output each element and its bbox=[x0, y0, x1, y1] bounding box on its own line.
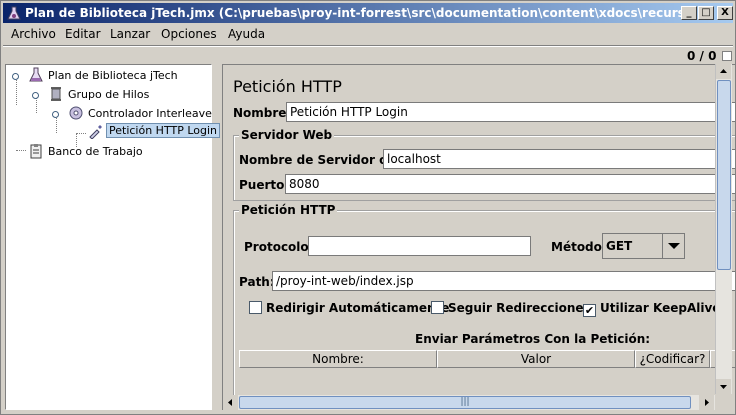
path-field[interactable]: /proy-int-web/index.jsp bbox=[272, 271, 735, 291]
tree-node-label: Banco de Trabajo bbox=[48, 145, 143, 158]
status-indicator bbox=[722, 51, 732, 61]
http-request-panel: Petición HTTP Nombre: Petición HTTP Logi… bbox=[222, 64, 735, 410]
scroll-up-icon[interactable] bbox=[716, 64, 731, 79]
horizontal-scrollbar[interactable]: ||| bbox=[223, 395, 715, 410]
keepalive-checkbox[interactable]: ✔ Utilizar KeepAlive bbox=[583, 301, 720, 317]
method-label: Método: bbox=[551, 240, 607, 254]
checkbox-label: Seguir Redirecciones bbox=[448, 301, 591, 315]
params-column-encode[interactable]: ¿Codificar? bbox=[635, 350, 710, 368]
method-select[interactable]: GET bbox=[602, 233, 685, 259]
server-field[interactable]: localhost bbox=[383, 149, 735, 169]
horizontal-scroll-thumb[interactable]: ||| bbox=[239, 396, 691, 409]
request-group-title: Petición HTTP bbox=[239, 203, 338, 217]
tree-expand-handle[interactable] bbox=[52, 111, 59, 118]
page-title: Petición HTTP bbox=[233, 77, 342, 96]
tree-node-label: Grupo de Hilos bbox=[68, 88, 150, 101]
menu-editar[interactable]: Editar bbox=[65, 27, 101, 41]
checkbox-label: Redirigir Automáticamente bbox=[266, 301, 450, 315]
menu-opciones[interactable]: Opciones bbox=[161, 27, 217, 41]
protocol-label: Protocolo: bbox=[244, 240, 314, 254]
window-title: Plan de Biblioteca jTech.jmx (C:\pruebas… bbox=[25, 6, 685, 20]
tree-node-thread-group[interactable]: Grupo de Hilos bbox=[48, 86, 208, 104]
tree-node-http-login[interactable]: Petición HTTP Login bbox=[88, 123, 221, 141]
method-value: GET bbox=[606, 239, 633, 253]
jmeter-app-icon bbox=[6, 5, 22, 21]
follow-redirects-checkbox[interactable]: Seguir Redirecciones bbox=[431, 301, 591, 315]
flask-icon bbox=[28, 67, 44, 83]
scroll-left-icon[interactable] bbox=[223, 395, 238, 410]
test-plan-tree[interactable]: Plan de Biblioteca jTech Grupo de Hilos … bbox=[5, 64, 221, 410]
tree-node-plan[interactable]: Plan de Biblioteca jTech bbox=[28, 67, 208, 85]
tree-node-interleave[interactable]: Controlador Interleave bbox=[68, 105, 212, 123]
path-label: Path: bbox=[239, 275, 275, 289]
scroll-down-icon[interactable] bbox=[716, 379, 731, 394]
menu-archivo[interactable]: Archivo bbox=[11, 27, 56, 41]
maximize-button[interactable]: □ bbox=[698, 6, 714, 20]
tree-line bbox=[76, 133, 86, 134]
tree-node-workbench[interactable]: Banco de Trabajo bbox=[28, 143, 208, 161]
tree-node-label: Controlador Interleave bbox=[88, 107, 212, 120]
checkbox-box bbox=[249, 301, 262, 314]
clipboard-icon bbox=[28, 143, 44, 159]
chevron-down-icon[interactable] bbox=[662, 234, 684, 258]
thread-counter: 0 / 0 bbox=[687, 49, 717, 63]
server-group-title: Servidor Web bbox=[239, 128, 335, 142]
tree-line bbox=[16, 150, 26, 151]
vertical-scroll-thumb[interactable] bbox=[717, 80, 731, 270]
params-column-name[interactable]: Nombre: bbox=[239, 350, 437, 368]
params-column-value[interactable]: Valor bbox=[437, 350, 635, 368]
close-button[interactable]: X bbox=[717, 6, 733, 20]
check-icon: ✔ bbox=[583, 304, 596, 317]
menu-separator bbox=[3, 45, 733, 47]
tree-line bbox=[16, 77, 17, 105]
port-field[interactable]: 8080 bbox=[285, 174, 735, 194]
params-title: Enviar Parámetros Con la Petición: bbox=[415, 332, 651, 346]
title-bar[interactable]: Plan de Biblioteca jTech.jmx (C:\pruebas… bbox=[3, 3, 733, 23]
auto-redirect-checkbox[interactable]: Redirigir Automáticamente bbox=[249, 301, 449, 315]
scroll-right-icon[interactable] bbox=[699, 395, 714, 410]
menu-bar: Archivo Editar Lanzar Opciones Ayuda bbox=[3, 24, 733, 44]
minimize-button[interactable]: _ bbox=[681, 6, 697, 20]
spool-icon bbox=[48, 86, 64, 102]
pipette-icon bbox=[88, 123, 104, 140]
app-window: Plan de Biblioteca jTech.jmx (C:\pruebas… bbox=[0, 0, 736, 415]
checkbox-box bbox=[431, 301, 444, 314]
menu-ayuda[interactable]: Ayuda bbox=[228, 27, 265, 41]
vertical-scrollbar[interactable] bbox=[715, 64, 732, 394]
protocol-field[interactable] bbox=[308, 236, 531, 256]
checkbox-label: Utilizar KeepAlive bbox=[600, 301, 721, 315]
tree-node-label: Plan de Biblioteca jTech bbox=[48, 69, 178, 82]
tree-expand-handle[interactable] bbox=[32, 92, 39, 99]
tree-expand-handle[interactable] bbox=[12, 73, 19, 80]
name-label: Nombre: bbox=[233, 106, 292, 120]
gear-icon bbox=[68, 105, 84, 121]
port-label: Puerto: bbox=[239, 178, 290, 192]
menu-lanzar[interactable]: Lanzar bbox=[110, 27, 150, 41]
split-pane-divider[interactable] bbox=[213, 64, 221, 410]
name-field[interactable]: Petición HTTP Login bbox=[286, 102, 735, 122]
tree-node-label: Petición HTTP Login bbox=[106, 123, 221, 138]
